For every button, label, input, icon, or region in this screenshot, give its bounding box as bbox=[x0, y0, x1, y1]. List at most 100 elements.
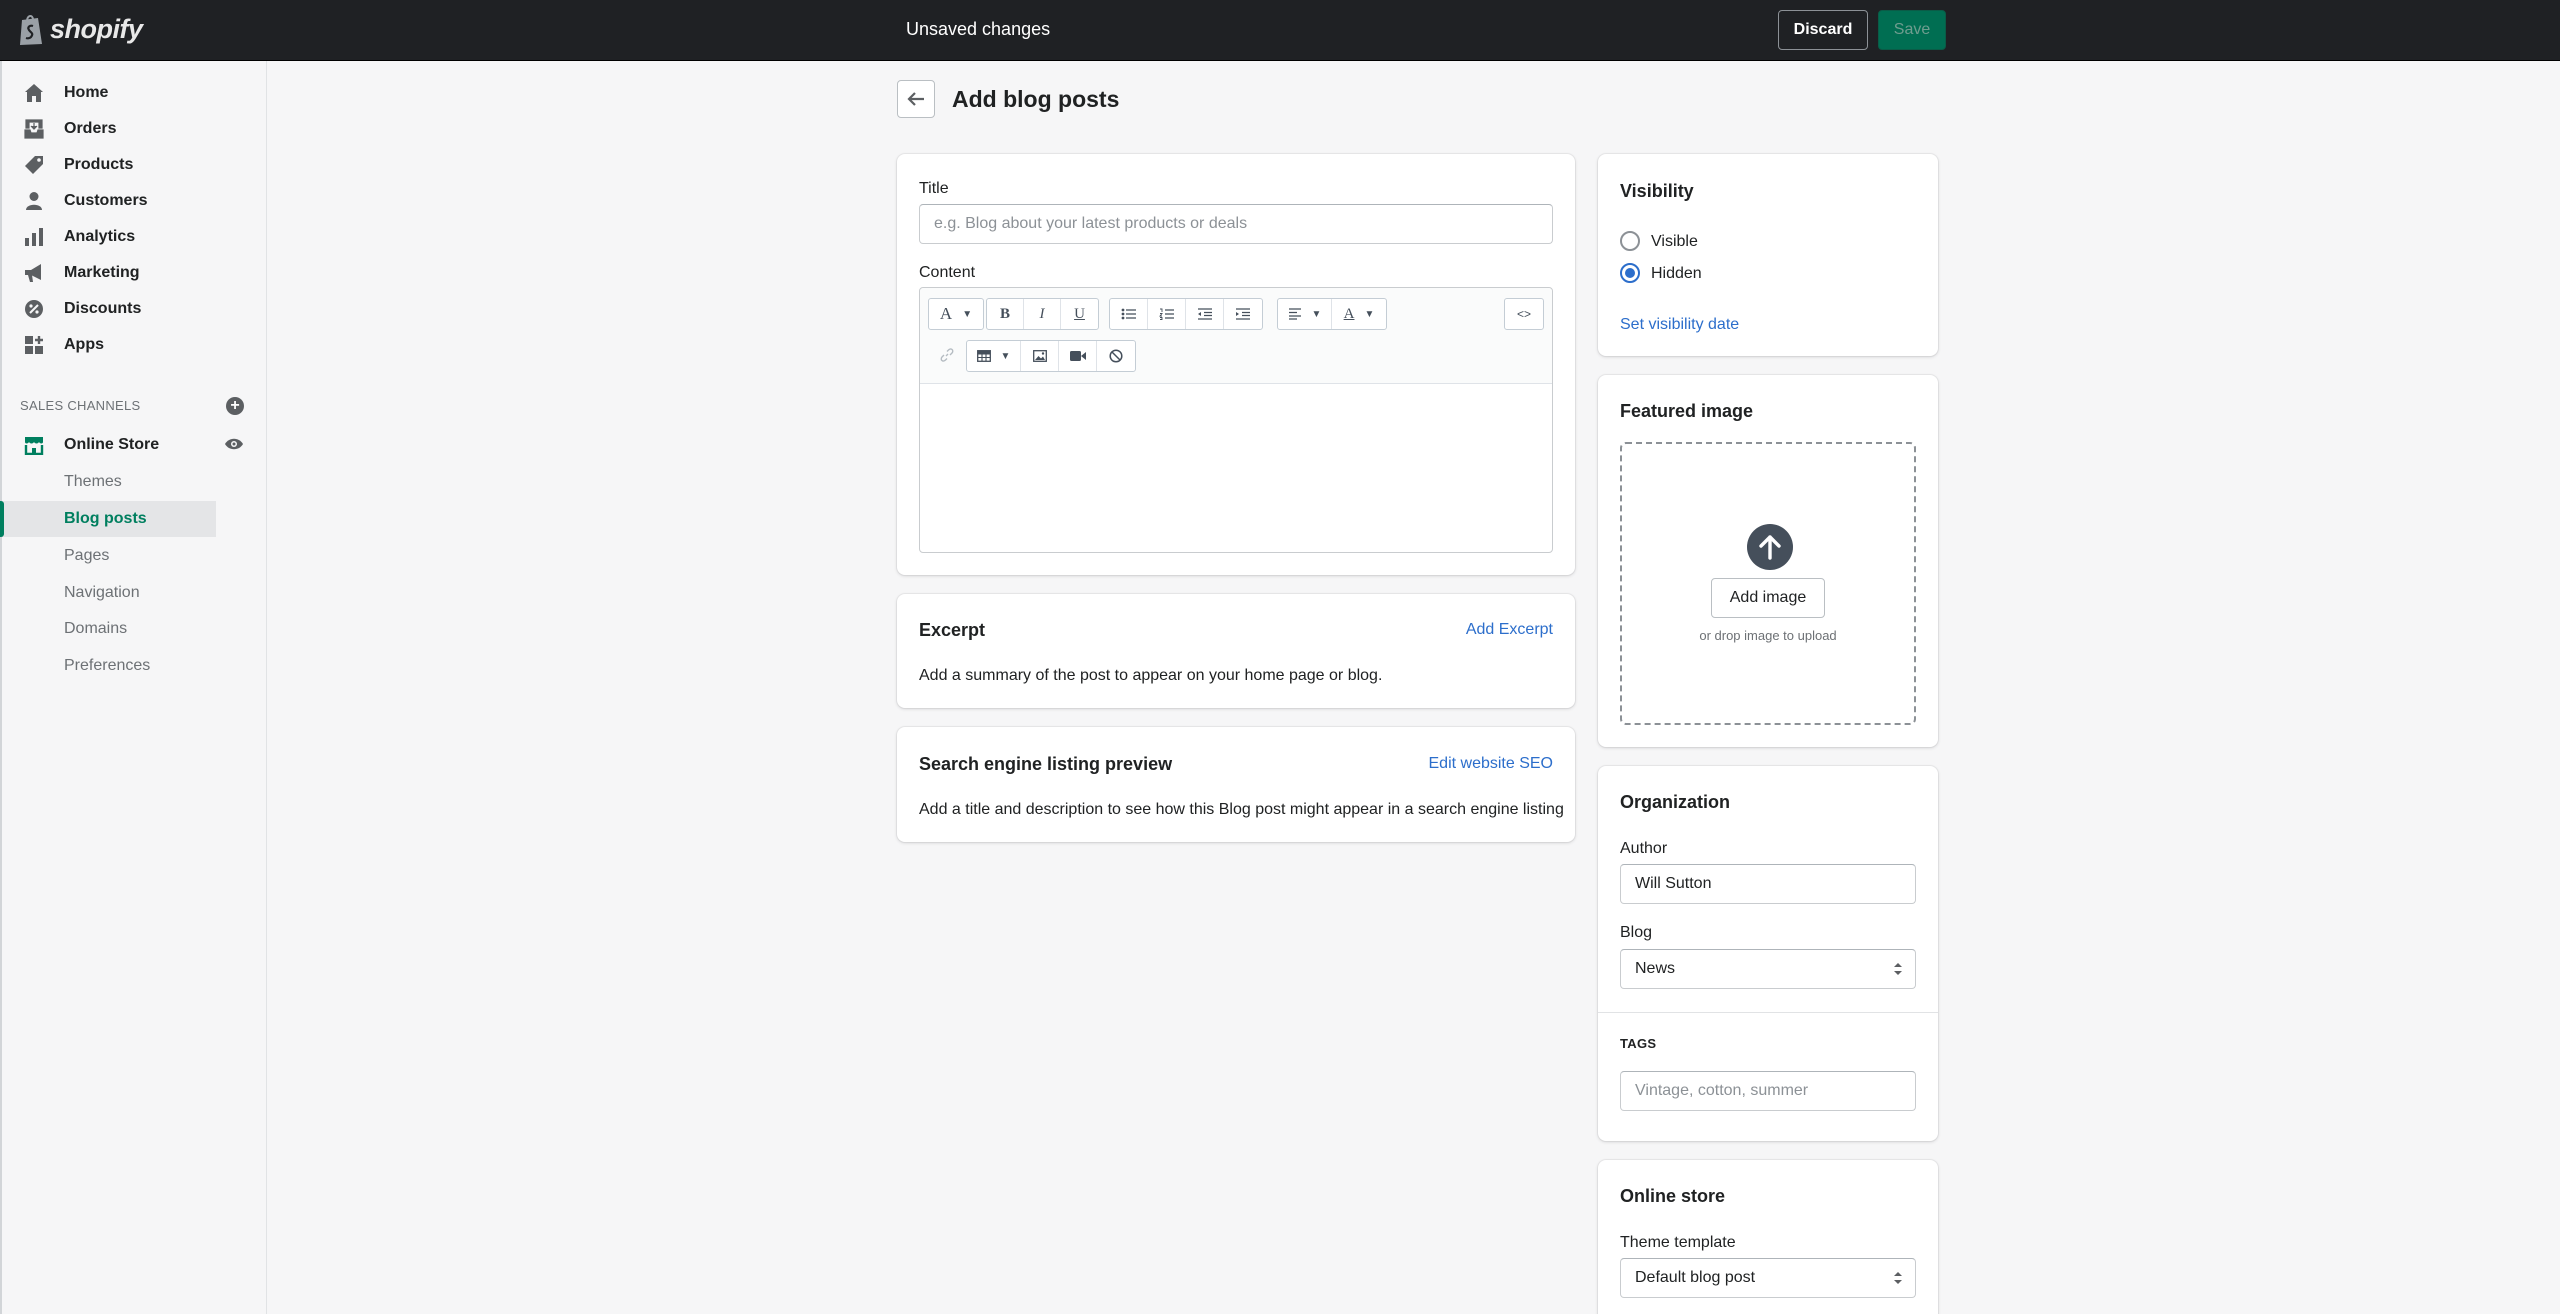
sidebar-subitem-navigation[interactable]: Navigation bbox=[2, 575, 216, 611]
theme-template-select[interactable]: Default blog post bbox=[1620, 1258, 1916, 1298]
blog-label: Blog bbox=[1620, 924, 1653, 941]
shopify-logo[interactable]: shopify bbox=[18, 12, 143, 46]
sidebar-item-label: Orders bbox=[64, 120, 117, 137]
back-button[interactable] bbox=[897, 80, 935, 118]
font-style-dropdown[interactable]: A ▼ bbox=[929, 299, 983, 329]
store-icon bbox=[24, 435, 44, 455]
bulleted-list-button[interactable] bbox=[1110, 299, 1148, 329]
excerpt-card bbox=[897, 594, 1575, 708]
sidebar-subitem-label: Preferences bbox=[64, 657, 151, 674]
sales-channels-label: SALES CHANNELS bbox=[20, 398, 141, 413]
title-input[interactable]: e.g. Blog about your latest products or … bbox=[919, 204, 1553, 244]
theme-template-value: Default blog post bbox=[1635, 1269, 1756, 1286]
sidebar-item-marketing[interactable]: Marketing bbox=[2, 255, 267, 291]
visible-radio[interactable] bbox=[1620, 231, 1640, 251]
title-label: Title bbox=[919, 180, 949, 197]
sidebar-subitem-label: Blog posts bbox=[64, 510, 147, 527]
sidebar-item-home[interactable]: Home bbox=[2, 75, 267, 111]
insert-table-dropdown[interactable]: ▼ bbox=[967, 341, 1021, 371]
list-group bbox=[1109, 298, 1263, 330]
sidebar-item-label: Analytics bbox=[64, 228, 136, 245]
text-format-group: B I U bbox=[986, 298, 1099, 330]
sidebar-item-label: Home bbox=[64, 84, 109, 101]
excerpt-title: Excerpt bbox=[919, 620, 986, 640]
tag-icon bbox=[24, 155, 44, 175]
table-icon bbox=[976, 350, 991, 362]
sidebar-subitem-blog-posts[interactable]: Blog posts bbox=[0, 501, 216, 537]
blog-select[interactable]: News bbox=[1620, 949, 1916, 989]
italic-button[interactable]: I bbox=[1024, 299, 1061, 329]
blog-select-value: News bbox=[1635, 960, 1676, 977]
italic-icon: I bbox=[1039, 305, 1045, 322]
sidebar-subitem-domains[interactable]: Domains bbox=[2, 611, 216, 647]
sidebar-item-label: Discounts bbox=[64, 300, 142, 317]
link-icon bbox=[940, 348, 954, 362]
outdent-button[interactable] bbox=[1186, 299, 1224, 329]
sidebar-item-label: Customers bbox=[64, 192, 148, 209]
add-excerpt-link[interactable]: Add Excerpt bbox=[1466, 621, 1553, 639]
sidebar-item-label: Products bbox=[64, 156, 134, 173]
sidebar: Home Orders Products Customers Analytics… bbox=[0, 61, 267, 1314]
insert-image-button[interactable] bbox=[1021, 341, 1059, 371]
editor-content-area[interactable] bbox=[920, 385, 1552, 552]
sidebar-subitem-label: Themes bbox=[64, 473, 122, 490]
align-dropdown[interactable]: ▼ bbox=[1278, 299, 1332, 329]
organization-title: Organization bbox=[1620, 792, 1731, 812]
sidebar-item-analytics[interactable]: Analytics bbox=[2, 219, 267, 255]
caret-down-icon: ▼ bbox=[962, 308, 973, 320]
hidden-option-label: Hidden bbox=[1651, 265, 1702, 282]
add-sales-channel-icon[interactable]: + bbox=[226, 397, 244, 415]
sidebar-item-label: Online Store bbox=[64, 436, 160, 453]
insert-video-button[interactable] bbox=[1059, 341, 1097, 371]
clear-formatting-button[interactable] bbox=[1097, 341, 1135, 371]
sidebar-subitem-themes[interactable]: Themes bbox=[2, 464, 216, 500]
clear-format-icon bbox=[1109, 349, 1123, 363]
sidebar-item-customers[interactable]: Customers bbox=[2, 183, 267, 219]
orders-icon bbox=[24, 119, 44, 139]
insert-group: ▼ bbox=[966, 340, 1136, 372]
sidebar-item-apps[interactable]: Apps bbox=[2, 327, 267, 363]
bold-button[interactable]: B bbox=[987, 299, 1024, 329]
save-button[interactable]: Save bbox=[1878, 10, 1946, 50]
select-arrows-icon bbox=[1894, 963, 1902, 975]
seo-title: Search engine listing preview bbox=[919, 754, 1173, 774]
upload-arrow-icon bbox=[1747, 524, 1793, 570]
hidden-radio[interactable] bbox=[1620, 263, 1640, 283]
sidebar-subitem-pages[interactable]: Pages bbox=[2, 538, 216, 574]
sidebar-subitem-preferences[interactable]: Preferences bbox=[2, 648, 216, 684]
sidebar-item-discounts[interactable]: Discounts bbox=[2, 291, 267, 327]
insert-link-button[interactable] bbox=[930, 340, 964, 370]
set-visibility-date-link[interactable]: Set visibility date bbox=[1620, 316, 1739, 334]
code-icon: <> bbox=[1516, 307, 1531, 321]
sidebar-subitem-label: Navigation bbox=[64, 584, 140, 601]
tags-input[interactable]: Vintage, cotton, summer bbox=[1620, 1071, 1916, 1111]
eye-icon[interactable] bbox=[224, 436, 244, 457]
html-group: <> bbox=[1504, 298, 1544, 330]
megaphone-icon bbox=[24, 263, 44, 283]
sidebar-item-orders[interactable]: Orders bbox=[2, 111, 267, 147]
sidebar-item-products[interactable]: Products bbox=[2, 147, 267, 183]
featured-image-title: Featured image bbox=[1620, 401, 1754, 421]
organization-divider bbox=[1598, 1012, 1938, 1013]
page-title: Add blog posts bbox=[952, 86, 1120, 112]
align-left-icon bbox=[1288, 308, 1301, 320]
drop-image-hint: or drop image to upload bbox=[1699, 628, 1837, 643]
apps-icon bbox=[24, 335, 44, 355]
add-image-button[interactable]: Add image bbox=[1711, 578, 1825, 618]
image-dropzone[interactable]: Add image or drop image to upload bbox=[1620, 442, 1916, 725]
edit-website-seo-link[interactable]: Edit website SEO bbox=[1429, 755, 1554, 773]
sidebar-item-online-store[interactable]: Online Store bbox=[2, 427, 267, 463]
show-html-button[interactable]: <> bbox=[1505, 299, 1543, 329]
underline-button[interactable]: U bbox=[1061, 299, 1098, 329]
top-bar: shopify Unsaved changes Discard Save bbox=[0, 0, 2560, 61]
caret-down-icon: ▼ bbox=[1364, 308, 1375, 320]
content-label: Content bbox=[919, 264, 976, 281]
alignment-group: ▼ A ▼ bbox=[1277, 298, 1387, 330]
author-input[interactable]: Will Sutton bbox=[1620, 864, 1916, 904]
indent-button[interactable] bbox=[1224, 299, 1262, 329]
text-color-dropdown[interactable]: A ▼ bbox=[1332, 299, 1386, 329]
numbered-list-button[interactable] bbox=[1148, 299, 1186, 329]
video-icon bbox=[1069, 351, 1086, 361]
discard-button[interactable]: Discard bbox=[1778, 10, 1868, 50]
author-label: Author bbox=[1620, 840, 1668, 857]
